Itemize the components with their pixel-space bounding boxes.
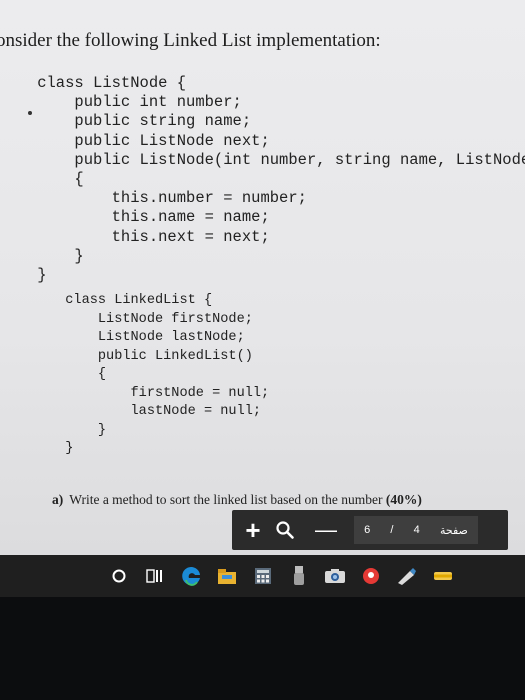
code-line: class LinkedList {	[0, 293, 213, 308]
page-total: 4	[413, 524, 420, 536]
cortana-button[interactable]	[101, 555, 137, 597]
code-line: firstNode = null;	[0, 385, 270, 401]
code-line: public ListNode(int number, string name,…	[0, 150, 525, 169]
usb-icon	[294, 566, 304, 585]
question-label: a)	[52, 492, 64, 507]
plus-icon: +	[245, 514, 261, 545]
page-separator: /	[390, 524, 394, 536]
paint-icon	[398, 568, 416, 585]
code-line: this.next = next;	[0, 227, 270, 246]
question-text: Write a method to sort the linked list b…	[69, 492, 383, 507]
windows-taskbar	[0, 555, 525, 597]
question-percent: (40%)	[385, 492, 422, 507]
pen-button[interactable]	[425, 555, 461, 597]
code-line: ListNode firstNode;	[0, 311, 253, 327]
paint-button[interactable]	[389, 555, 425, 597]
cortana-circle-icon	[112, 569, 126, 583]
file-explorer-button[interactable]	[209, 555, 245, 597]
code-line: {	[0, 170, 84, 189]
usb-device-button[interactable]	[281, 555, 317, 597]
zoom-out-button[interactable]: —	[308, 510, 344, 550]
code-line: {	[0, 367, 107, 382]
camera-icon	[325, 569, 345, 583]
code-line: public int number;	[0, 93, 242, 112]
page-indicator[interactable]: 6 / 4 صفحة	[354, 516, 478, 544]
task-view-icon	[146, 569, 162, 583]
document-page: onsider the following Linked List implem…	[0, 0, 525, 555]
code-line: this.number = number;	[0, 189, 307, 208]
task-view-button[interactable]	[137, 555, 173, 597]
code-line: public ListNode next;	[0, 131, 270, 150]
code-line: public string name;	[0, 112, 252, 131]
calculator-button[interactable]	[245, 555, 281, 597]
page-current: 6	[364, 524, 371, 536]
page-heading: onsider the following Linked List implem…	[0, 30, 381, 51]
question-a: a) Write a method to sort the linked list…	[52, 492, 422, 508]
code-line: }	[0, 441, 74, 456]
search-zoom-button[interactable]	[270, 510, 300, 550]
pen-icon	[434, 572, 452, 580]
pdf-viewer-toolbar: + — 6 / 4 صفحة	[232, 510, 508, 550]
calculator-icon	[255, 568, 271, 584]
edge-button[interactable]	[173, 555, 209, 597]
code-line: }	[0, 246, 84, 265]
code-line: lastNode = null;	[0, 404, 262, 419]
dark-background-area	[0, 597, 525, 700]
minus-icon: —	[315, 517, 337, 542]
maps-icon	[363, 568, 379, 584]
page-word: صفحة	[439, 524, 468, 537]
file-explorer-icon	[218, 569, 236, 584]
maps-button[interactable]	[353, 555, 389, 597]
code-line: }	[0, 422, 107, 438]
edge-icon	[182, 566, 200, 586]
zoom-icon	[276, 521, 294, 539]
code-line: class ListNode {	[0, 74, 187, 92]
code-block-listnode: class ListNode { public int number; publ…	[0, 74, 525, 285]
zoom-in-button[interactable]: +	[236, 510, 270, 550]
code-line: this.name = name;	[0, 208, 270, 227]
code-line: public LinkedList()	[0, 348, 253, 364]
code-block-linkedlist: class LinkedList { ListNode firstNode; L…	[0, 292, 269, 459]
code-line: ListNode lastNode;	[0, 330, 245, 345]
code-line: }	[0, 266, 47, 285]
camera-button[interactable]	[317, 555, 353, 597]
